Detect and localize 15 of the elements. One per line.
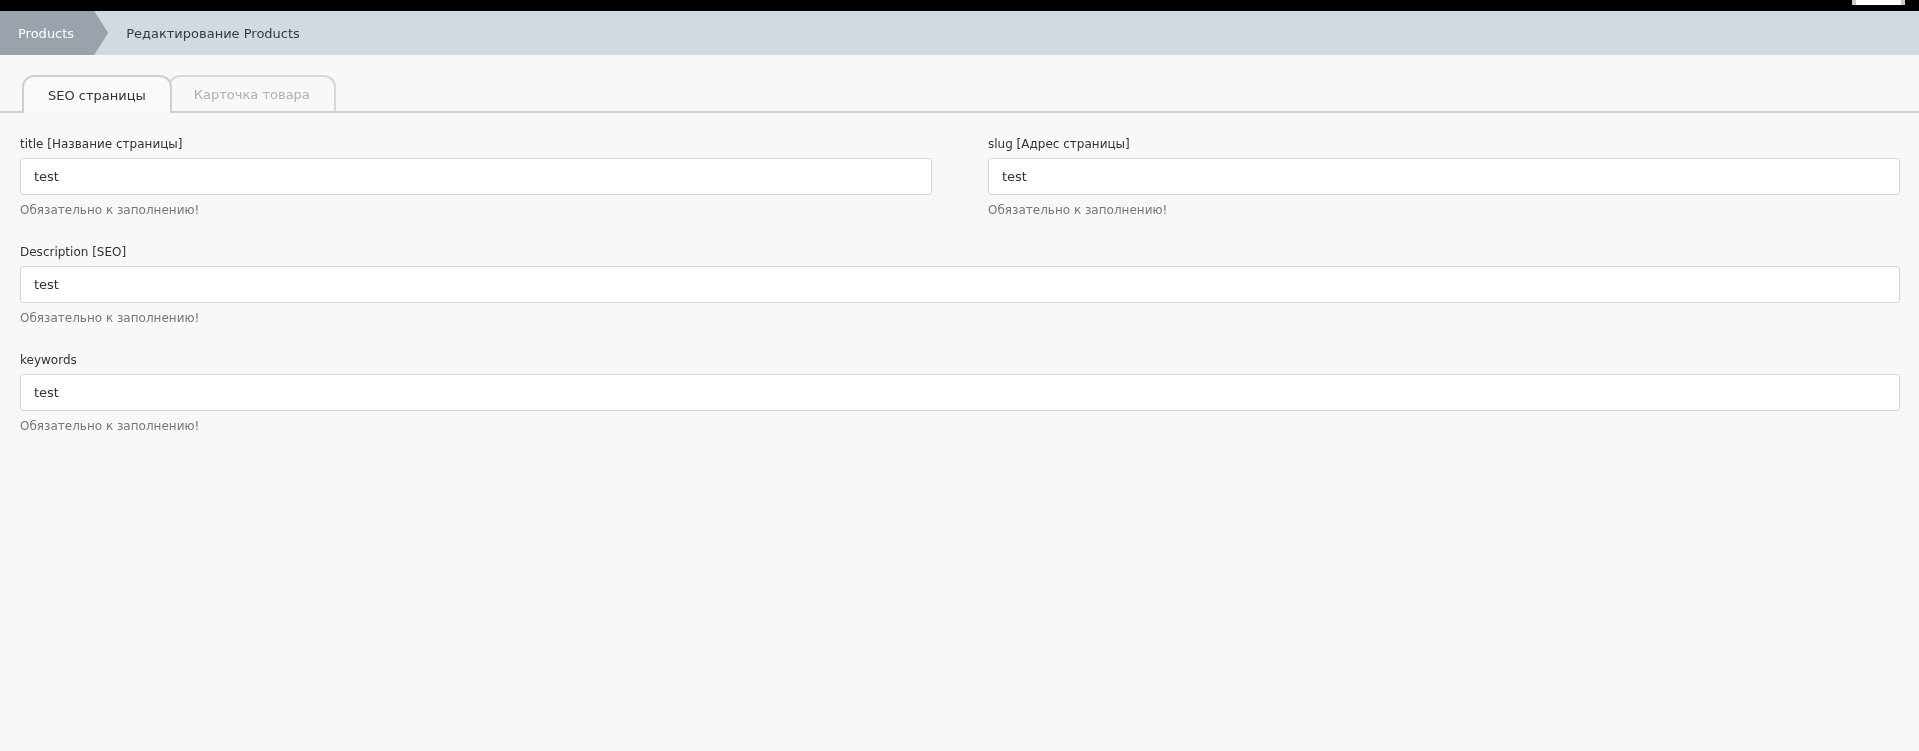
top-bar-tab[interactable] xyxy=(1852,0,1905,5)
input-field[interactable]: test xyxy=(20,158,932,195)
tab[interactable]: SEO страницы xyxy=(22,75,172,113)
hint-text: Обязательно к заполнению! xyxy=(20,419,200,433)
field-label: slug [Адрес страницы] xyxy=(988,137,1130,151)
field-label: title [Название страницы] xyxy=(20,137,183,151)
field-label: Description [SEO] xyxy=(20,245,127,259)
hint-text: Обязательно к заполнению! xyxy=(20,311,200,325)
breadcrumb-link[interactable]: Редактирование Products xyxy=(108,11,320,55)
input-field[interactable]: test xyxy=(988,158,1900,195)
field-label: keywords xyxy=(20,353,77,367)
hint-text: Обязательно к заполнению! xyxy=(988,203,1168,217)
input-field[interactable]: test xyxy=(20,374,1900,411)
input-field[interactable]: test xyxy=(20,266,1900,303)
hint-text: Обязательно к заполнению! xyxy=(20,203,200,217)
